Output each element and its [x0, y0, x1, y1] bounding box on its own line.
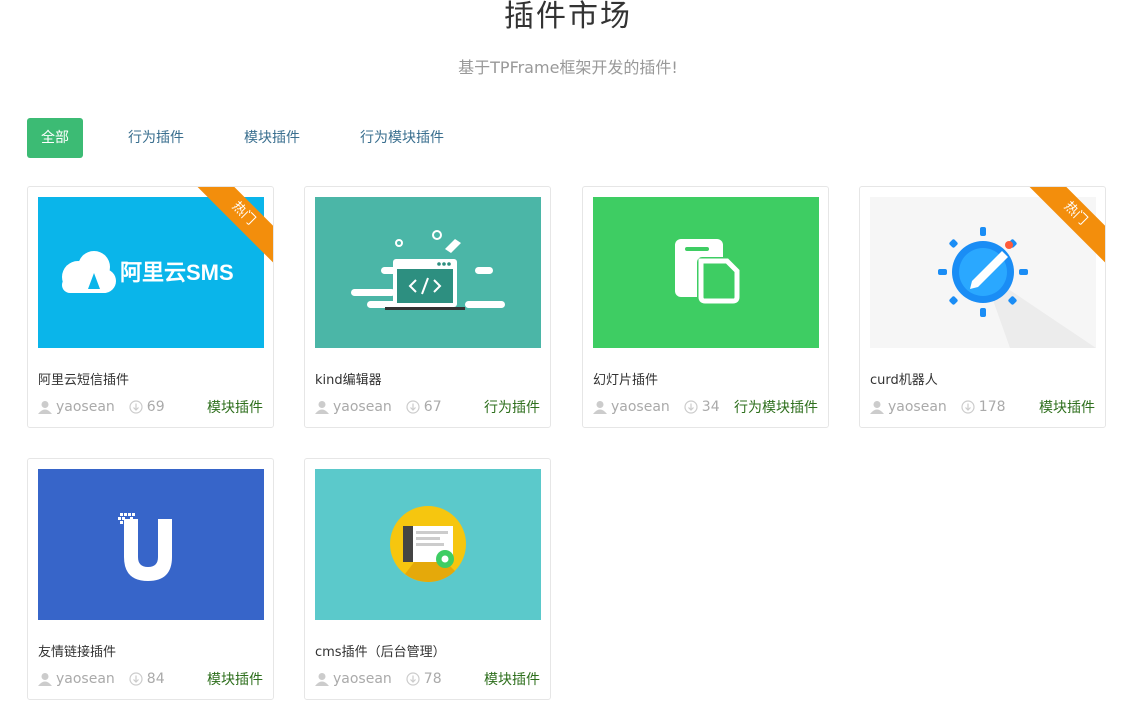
plugin-name[interactable]: 友情链接插件: [38, 641, 116, 660]
user-icon: [870, 401, 884, 414]
filter-tab-behavior[interactable]: 行为插件: [128, 118, 184, 158]
plugin-card[interactable]: cms插件（后台管理） yaosean 78 模块插件: [304, 458, 551, 700]
filter-tab-all[interactable]: 全部: [27, 118, 83, 158]
user-icon: [38, 673, 52, 686]
plugin-name[interactable]: cms插件（后台管理）: [315, 641, 446, 660]
download-icon: [961, 400, 975, 414]
plugin-meta: yaosean 34 行为模块插件: [593, 397, 818, 417]
plugin-name[interactable]: kind编辑器: [315, 369, 382, 388]
download-icon: [129, 400, 143, 414]
thumb-brand-text: 阿里云SMS: [120, 260, 234, 285]
plugin-name[interactable]: 幻灯片插件: [593, 369, 658, 388]
author-name: yaosean: [56, 671, 115, 687]
plugin-type: 模块插件: [207, 400, 263, 416]
code-window-icon: [385, 259, 465, 310]
plugin-thumbnail[interactable]: [315, 469, 541, 620]
user-icon: [315, 401, 329, 414]
plugin-card[interactable]: 幻灯片插件 yaosean 34 行为模块插件: [582, 186, 829, 428]
plugin-meta: yaosean 78 模块插件: [315, 669, 540, 689]
filter-bar: 全部 行为插件 模块插件 行为模块插件: [27, 118, 444, 158]
plugin-meta: yaosean 178 模块插件: [870, 397, 1095, 417]
download-count: 34: [701, 399, 720, 415]
plugin-thumbnail[interactable]: [315, 197, 541, 348]
page-title: 插件市场: [504, 0, 632, 34]
plugin-card[interactable]: 阿里云SMS 热门 阿里云短信插件 yaosean 69 模块插件: [27, 186, 274, 428]
plugin-thumbnail[interactable]: [593, 197, 819, 348]
plugin-meta: yaosean 69 模块插件: [38, 397, 263, 417]
plugin-type: 行为插件: [484, 400, 540, 416]
author-name: yaosean: [333, 399, 392, 415]
plugin-card[interactable]: 热门 curd机器人 yaosean 178 模块插件: [859, 186, 1106, 428]
plugin-thumbnail[interactable]: [38, 469, 264, 620]
plugin-type: 模块插件: [1039, 400, 1095, 416]
filter-tab-module[interactable]: 模块插件: [244, 118, 300, 158]
plugin-meta: yaosean 84 模块插件: [38, 669, 263, 689]
page-subtitle: 基于TPFrame框架开发的插件!: [458, 58, 678, 77]
plugin-type: 模块插件: [484, 672, 540, 688]
user-icon: [593, 401, 607, 414]
author-name: yaosean: [611, 399, 670, 415]
download-count: 67: [423, 399, 442, 415]
user-icon: [38, 401, 52, 414]
plugin-name[interactable]: 阿里云短信插件: [38, 369, 129, 388]
download-count: 84: [146, 671, 165, 687]
pen-tip-dot: [1005, 241, 1013, 249]
download-count: 69: [146, 399, 165, 415]
filter-tab-behavior-module[interactable]: 行为模块插件: [360, 118, 444, 158]
plugin-meta: yaosean 67 行为插件: [315, 397, 540, 417]
download-count: 78: [423, 671, 442, 687]
download-icon: [406, 400, 420, 414]
download-icon: [129, 672, 143, 686]
thumb-bg: [38, 469, 264, 620]
plugin-card[interactable]: kind编辑器 yaosean 67 行为插件: [304, 186, 551, 428]
download-icon: [406, 672, 420, 686]
plugin-type: 行为模块插件: [734, 400, 818, 416]
author-name: yaosean: [888, 399, 947, 415]
plugin-name[interactable]: curd机器人: [870, 369, 938, 388]
gear-icon: [436, 550, 454, 568]
plugin-type: 模块插件: [207, 672, 263, 688]
plugin-card[interactable]: 友情链接插件 yaosean 84 模块插件: [27, 458, 274, 700]
download-icon: [684, 400, 698, 414]
download-count: 178: [978, 399, 1006, 415]
author-name: yaosean: [56, 399, 115, 415]
author-name: yaosean: [333, 671, 392, 687]
user-icon: [315, 673, 329, 686]
